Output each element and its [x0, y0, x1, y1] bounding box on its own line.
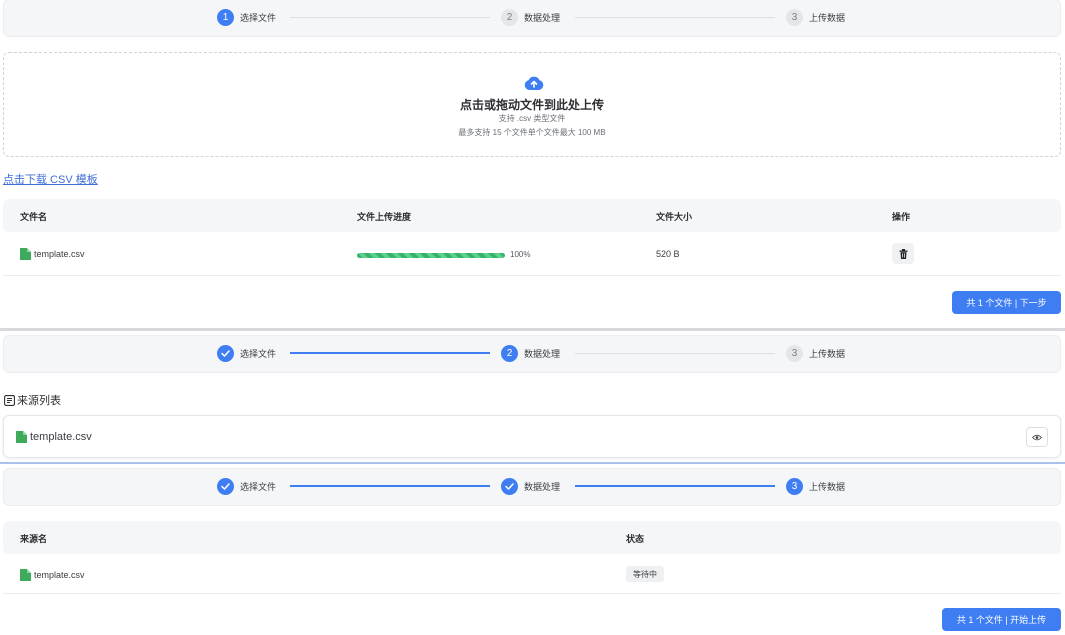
upload-limit-hint: 最多支持 15 个文件单个文件最大 100 MB	[458, 128, 606, 137]
check-icon	[501, 478, 518, 495]
download-template-link[interactable]: 点击下载 CSV 模板	[3, 171, 98, 187]
step-1-label: 选择文件	[240, 13, 277, 23]
step-3-label: 上传数据	[809, 349, 846, 359]
step-data-processing-panel: 选择文件 2 数据处理 3 上传数据 来源列表 template.csv	[0, 328, 1065, 462]
start-upload-button[interactable]: 共 1 个文件 | 开始上传	[942, 608, 1061, 631]
step-2: 数据处理	[501, 478, 560, 495]
eye-icon	[1032, 434, 1042, 440]
step-3: 3 上传数据	[786, 9, 845, 26]
status-badge: 等待中	[626, 566, 664, 582]
step-2: 2 数据处理	[501, 345, 560, 362]
source-file: template.csv	[16, 431, 92, 443]
step-3-label: 上传数据	[809, 13, 846, 23]
list-icon	[4, 394, 15, 406]
check-icon	[217, 478, 234, 495]
source-name-cell: template.csv	[20, 569, 85, 581]
upload-table-header: 来源名 状态	[3, 521, 1061, 554]
table-row: template.csv 100% 520 B	[3, 233, 1061, 276]
csv-file-icon	[20, 569, 31, 581]
csv-file-icon	[16, 431, 27, 443]
column-header-actions: 操作	[892, 212, 911, 222]
file-name-cell: template.csv	[20, 248, 85, 260]
step-2-number: 2	[501, 345, 518, 362]
step-3: 3 上传数据	[786, 345, 845, 362]
cloud-upload-icon	[524, 76, 544, 90]
source-name: template.csv	[34, 570, 85, 580]
table-row: template.csv 等待中	[3, 555, 1061, 594]
step-2-label: 数据处理	[524, 349, 561, 359]
file-table-header: 文件名 文件上传进度 文件大小 操作	[3, 199, 1061, 232]
step-1: 选择文件	[217, 345, 276, 362]
step-1-label: 选择文件	[240, 349, 277, 359]
step-connector	[290, 352, 490, 354]
step-select-file-panel: 1 选择文件 2 数据处理 3 上传数据 点击或拖动文件到此处上传 支持 .cs…	[0, 0, 1065, 328]
check-icon	[217, 345, 234, 362]
column-header-source-name: 来源名	[20, 534, 48, 544]
column-header-size: 文件大小	[656, 212, 693, 222]
delete-file-button[interactable]	[892, 243, 914, 264]
steps-bar: 选择文件 数据处理 3 上传数据	[3, 468, 1061, 506]
steps-bar: 选择文件 2 数据处理 3 上传数据	[3, 335, 1061, 373]
step-connector	[290, 17, 490, 18]
step-3-number: 3	[786, 9, 803, 26]
step-connector	[575, 17, 775, 18]
source-list-item[interactable]: template.csv	[3, 415, 1061, 458]
preview-button[interactable]	[1026, 427, 1048, 447]
source-list-title: 来源列表	[4, 392, 61, 408]
csv-file-icon	[20, 248, 31, 260]
step-1: 选择文件	[217, 478, 276, 495]
step-1-number: 1	[217, 9, 234, 26]
step-2-label: 数据处理	[524, 13, 561, 23]
step-2: 2 数据处理	[501, 9, 560, 26]
upload-type-hint: 支持 .csv 类型文件	[498, 114, 566, 123]
step-connector	[575, 353, 775, 354]
column-header-file-name: 文件名	[20, 212, 48, 222]
step-2-number: 2	[501, 9, 518, 26]
steps-bar: 1 选择文件 2 数据处理 3 上传数据	[3, 0, 1061, 37]
step-upload-data-panel: 选择文件 数据处理 3 上传数据 来源名 状态 template.csv 等待中…	[0, 462, 1065, 635]
step-3-number: 3	[786, 345, 803, 362]
step-1: 1 选择文件	[217, 9, 276, 26]
column-header-progress: 文件上传进度	[357, 212, 412, 222]
next-step-button[interactable]: 共 1 个文件 | 下一步	[952, 291, 1061, 314]
upload-dropzone[interactable]: 点击或拖动文件到此处上传 支持 .csv 类型文件 最多支持 15 个文件单个文…	[3, 52, 1061, 157]
step-3-number: 3	[786, 478, 803, 495]
source-file-name: template.csv	[30, 431, 92, 443]
file-name: template.csv	[34, 249, 85, 259]
upload-progress-label: 100%	[510, 250, 531, 259]
step-1-label: 选择文件	[240, 482, 277, 492]
step-3: 3 上传数据	[786, 478, 845, 495]
column-header-status: 状态	[626, 534, 645, 544]
step-3-label: 上传数据	[809, 482, 846, 492]
step-connector	[575, 485, 775, 487]
trash-icon	[899, 248, 907, 259]
file-size: 520 B	[656, 249, 680, 259]
step-2-label: 数据处理	[524, 482, 561, 492]
step-connector	[290, 485, 490, 487]
upload-progress-bar	[357, 253, 505, 258]
upload-title: 点击或拖动文件到此处上传	[459, 98, 604, 112]
